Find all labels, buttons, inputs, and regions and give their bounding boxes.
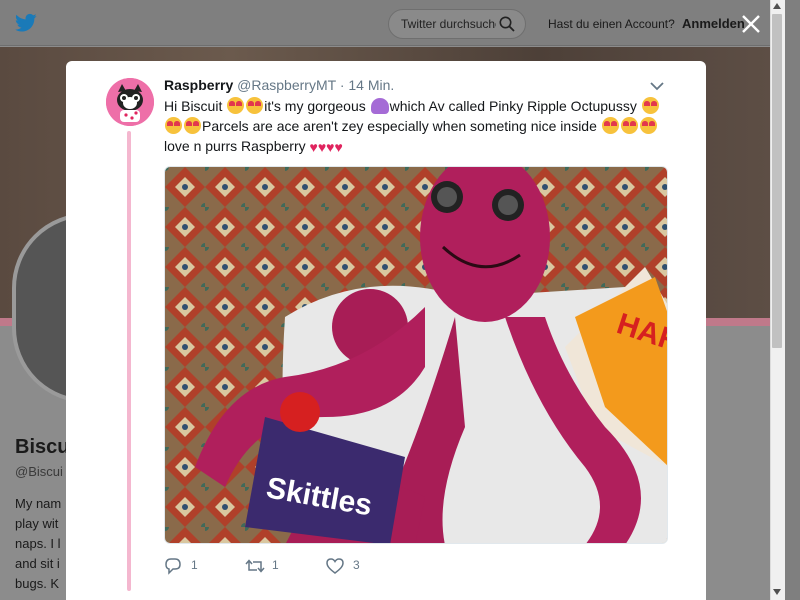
scroll-down-arrow-icon[interactable] [772, 588, 782, 596]
tweet-text-part: love n purrs Raspberry [164, 138, 310, 154]
scroll-up-arrow-icon[interactable] [772, 2, 782, 10]
octopus-emoji-icon [370, 98, 389, 114]
heart-emoji-icon: ♥ [334, 139, 343, 155]
profile-bio-line: and sit i [15, 556, 60, 571]
heart-eyes-emoji-icon [227, 97, 245, 114]
user-handle[interactable]: @RaspberryMT [237, 77, 336, 93]
header-separator: · [339, 77, 345, 93]
close-icon[interactable] [741, 14, 761, 34]
reply-count: 1 [191, 558, 198, 572]
like-icon [326, 558, 344, 574]
tweet-text: Hi Biscuit it's my gorgeous which Av cal… [164, 96, 674, 157]
retweet-count: 1 [272, 558, 279, 572]
two-hearts-emoji-icon: ♥♥ [317, 139, 335, 155]
profile-name: Biscu [15, 436, 70, 458]
reply-icon [165, 558, 181, 575]
heart-eyes-emoji-icon [639, 117, 657, 134]
tweet-text-part: which Av called Pinky Ripple Octupussy [389, 98, 641, 114]
display-name[interactable]: Raspberry [164, 77, 233, 93]
thread-line [127, 131, 131, 591]
top-navigation-bar: Hast du einen Account? Anmelden [0, 0, 770, 46]
avatar[interactable] [106, 78, 154, 126]
profile-handle: @Biscui [15, 464, 63, 479]
cat-avatar-icon [106, 78, 154, 126]
tweet-photo[interactable]: HAR Skittles [164, 166, 668, 544]
search-icon[interactable] [499, 16, 515, 32]
profile-bio-line: bugs. K [15, 576, 60, 591]
profile-bio-line: naps. I l [15, 536, 61, 551]
profile-bio-line: play wit [15, 516, 59, 531]
login-link[interactable]: Anmelden [682, 16, 745, 31]
search-input[interactable] [401, 17, 496, 31]
heart-eyes-emoji-icon [184, 117, 201, 134]
tweet-text-part: it's my gorgeous [264, 98, 370, 114]
scrollbar-thumb[interactable] [772, 14, 782, 348]
retweet-button[interactable]: 1 [245, 555, 295, 577]
heart-eyes-emoji-icon [246, 97, 264, 114]
tweet-header: Raspberry @RaspberryMT · 14 Min. [164, 77, 394, 93]
like-button[interactable]: 3 [326, 555, 376, 577]
profile-bio-line: My nam [15, 496, 62, 511]
window-edge [785, 0, 800, 600]
profile-bio: My nam play wit naps. I l and sit i bugs… [15, 494, 67, 594]
reply-button[interactable]: 1 [164, 555, 214, 577]
tweet-text-part: Hi Biscuit [164, 98, 227, 114]
heart-eyes-emoji-icon [620, 117, 638, 134]
like-count: 3 [353, 558, 360, 572]
heart-eyes-emoji-icon [641, 97, 659, 114]
retweet-icon [245, 559, 265, 573]
tweet-text-part: Parcels are ace aren't zey especially wh… [202, 118, 601, 134]
heart-eyes-emoji-icon [601, 117, 619, 134]
tweet-modal: Raspberry @RaspberryMT · 14 Min. Hi Bisc… [66, 61, 706, 600]
tweet-actions: 1 1 3 [164, 555, 464, 577]
octopus-photo-image: HAR Skittles [165, 167, 667, 543]
search-box[interactable] [388, 9, 526, 39]
heart-emoji-icon: ♥ [309, 139, 318, 155]
twitter-bird-icon[interactable] [15, 13, 37, 33]
heart-eyes-emoji-icon [165, 117, 182, 134]
account-question: Hast du einen Account? [548, 17, 675, 31]
chevron-down-icon[interactable] [650, 81, 664, 91]
tweet-timestamp[interactable]: 14 Min. [348, 77, 394, 93]
